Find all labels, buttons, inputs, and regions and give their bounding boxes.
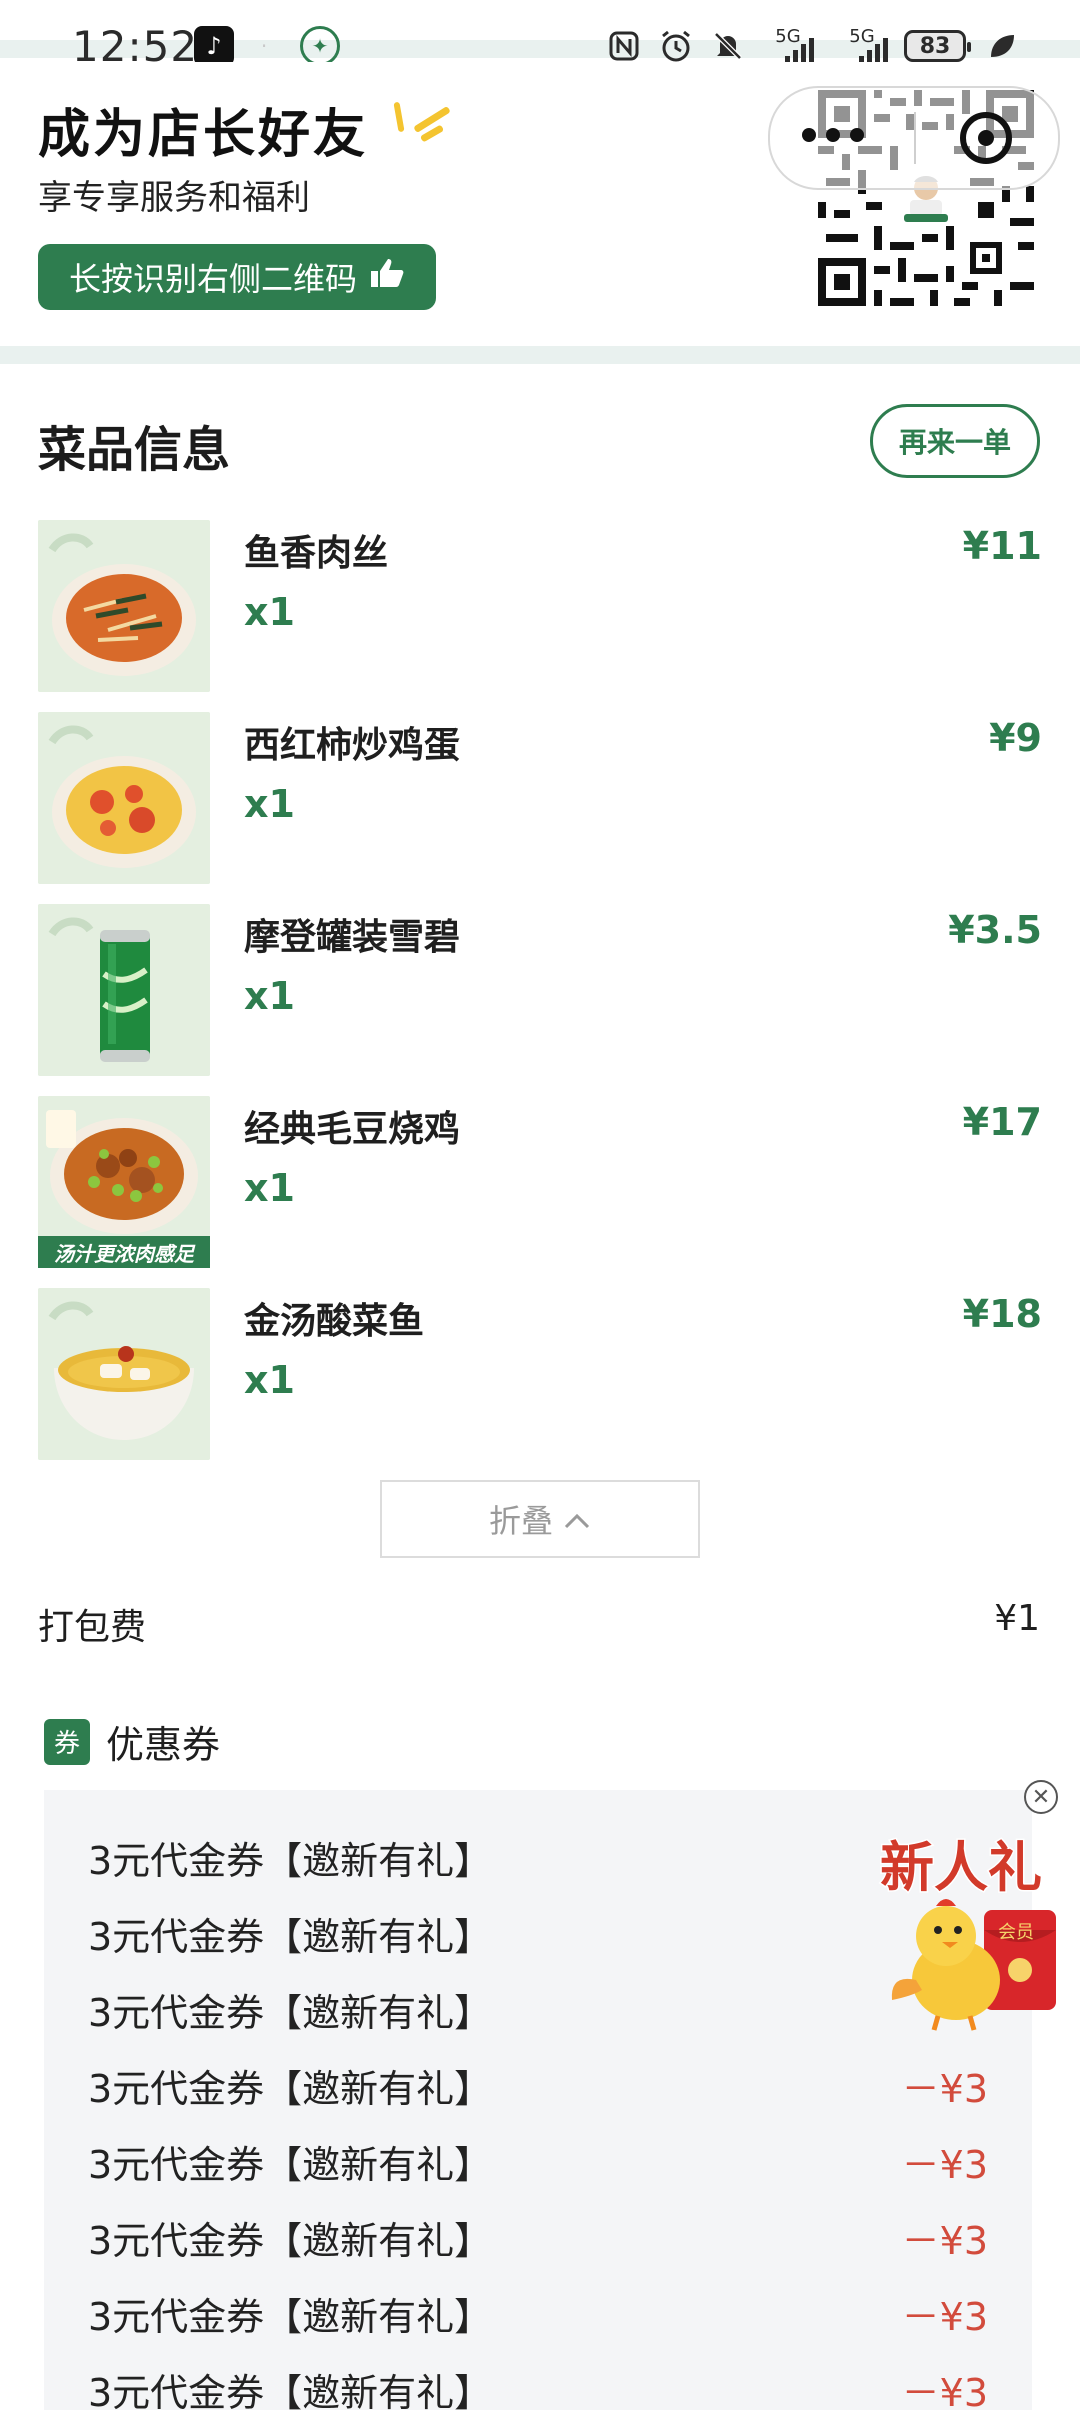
tiktok-icon: ♪ — [194, 26, 234, 66]
close-icon[interactable]: ✕ — [1024, 1780, 1058, 1814]
coupon-amount: －¥3 — [901, 2219, 988, 2263]
dish-price: ¥17 — [962, 1100, 1042, 1144]
dish-item[interactable]: 汤汁更浓肉感足 经典毛豆烧鸡 x1 ¥17 — [38, 1096, 1042, 1268]
envelope-text: 会员 — [998, 1922, 1034, 1943]
dish-price: ¥9 — [989, 716, 1042, 760]
dish-quantity: x1 — [244, 782, 295, 826]
coupon-row: 3元代金券【邀新有礼】 — [88, 1976, 988, 2038]
dish-image — [38, 712, 210, 884]
coupon-row: 3元代金券【邀新有礼】 — [88, 1824, 988, 1886]
battery-icon: 83 — [904, 30, 971, 62]
coupon-name: 3元代金券【邀新有礼】 — [88, 2371, 493, 2415]
more-options-icon[interactable] — [802, 128, 864, 142]
coupon-icon: 券 — [44, 1718, 90, 1765]
coupon-row: 3元代金券【邀新有礼】 －¥3 — [88, 2204, 988, 2266]
dish-item[interactable]: 西红柿炒鸡蛋 x1 ¥9 — [38, 712, 1042, 884]
coupon-row: 3元代金券【邀新有礼】 －¥3 — [88, 2052, 988, 2114]
coupon-amount: －¥3 — [901, 2371, 988, 2415]
coupon-name: 3元代金券【邀新有礼】 — [88, 1991, 493, 2035]
bell-off-icon — [708, 26, 748, 66]
coupon-row: 3元代金券【邀新有礼】 －¥3 — [88, 2280, 988, 2342]
section-divider — [0, 346, 1080, 364]
coupon-row: 3元代金券【邀新有礼】 －¥3 — [88, 2128, 988, 2190]
signal-bars — [859, 38, 888, 64]
coupon-row: 3元代金券【邀新有礼】 －¥3 — [88, 2356, 988, 2418]
battery-level: 83 — [919, 33, 951, 59]
section-title: 菜品信息 — [38, 422, 231, 478]
coupon-name: 3元代金券【邀新有礼】 — [88, 2143, 493, 2187]
store-friend-banner: 成为店长好友 享专享服务和福利 长按识别右侧二维码 — [0, 62, 1080, 346]
reorder-button[interactable]: 再来一单 — [870, 404, 1040, 478]
coupon-name: 3元代金券【邀新有礼】 — [88, 2067, 493, 2111]
coupon-amount: －¥3 — [901, 2295, 988, 2339]
dots-icon: · — [260, 34, 268, 58]
network-5g-icon: 5G — [832, 26, 892, 66]
dish-item[interactable]: 鱼香肉丝 x1 ¥11 — [38, 520, 1042, 692]
dish-image — [38, 904, 210, 1076]
alarm-icon — [656, 26, 696, 66]
sparkle-icon — [392, 96, 462, 146]
dish-name: 鱼香肉丝 — [244, 533, 389, 574]
dish-promo-badge: 汤汁更浓肉感足 — [38, 1236, 210, 1268]
banner-subtitle: 享专享服务和福利 — [38, 178, 310, 218]
dish-price: ¥3.5 — [948, 908, 1042, 952]
dish-quantity: x1 — [244, 590, 295, 634]
coupon-header: 券 优惠券 — [44, 1714, 220, 1769]
close-target-icon[interactable] — [960, 112, 1012, 164]
leaf-app-icon: ✦ — [300, 26, 340, 66]
coupon-name: 3元代金券【邀新有礼】 — [88, 1915, 493, 1959]
mini-program-capsule[interactable] — [768, 86, 1060, 190]
packing-fee-label: 打包费 — [38, 1607, 147, 1648]
packing-fee-value: ¥1 — [994, 1598, 1040, 1639]
dish-image — [38, 520, 210, 692]
dish-image — [38, 1288, 210, 1460]
dish-item[interactable]: 金汤酸菜鱼 x1 ¥18 — [38, 1288, 1042, 1460]
coupon-amount: －¥3 — [901, 2143, 988, 2187]
signal-bars — [785, 38, 814, 64]
dish-name: 摩登罐装雪碧 — [244, 917, 461, 958]
coupon-name: 3元代金券【邀新有礼】 — [88, 2295, 493, 2339]
new-user-gift-popup[interactable]: 新人礼 会员 — [876, 1830, 1076, 2040]
dish-name: 金汤酸菜鱼 — [244, 1301, 425, 1342]
eco-leaf-icon — [984, 26, 1020, 66]
dish-item[interactable]: 摩登罐装雪碧 x1 ¥3.5 — [38, 904, 1042, 1076]
coupon-title: 优惠券 — [106, 1723, 221, 1767]
scan-qr-button[interactable]: 长按识别右侧二维码 — [38, 244, 436, 310]
dish-price: ¥18 — [962, 1292, 1042, 1336]
gift-title: 新人礼 — [880, 1836, 1042, 1899]
banner-title: 成为店长好友 — [38, 105, 369, 165]
dish-name: 西红柿炒鸡蛋 — [244, 725, 461, 766]
dish-quantity: x1 — [244, 974, 295, 1018]
dish-price: ¥11 — [962, 524, 1042, 568]
coupon-name: 3元代金券【邀新有礼】 — [88, 2219, 493, 2263]
network-5g-icon: 5G — [758, 26, 818, 66]
chevron-up-icon — [563, 1500, 591, 1538]
thumbs-up-icon — [369, 257, 405, 297]
nfc-icon — [606, 26, 642, 66]
dish-quantity: x1 — [244, 1166, 295, 1210]
scan-qr-label: 长按识别右侧二维码 — [68, 260, 357, 298]
capsule-divider — [914, 112, 916, 164]
coupon-row: 3元代金券【邀新有礼】 — [88, 1900, 988, 1962]
dish-name: 经典毛豆烧鸡 — [244, 1109, 461, 1150]
coupon-name: 3元代金券【邀新有礼】 — [88, 1839, 493, 1883]
collapse-label: 折叠 — [488, 1502, 553, 1540]
dish-quantity: x1 — [244, 1358, 295, 1402]
coupon-amount: －¥3 — [901, 2067, 988, 2111]
collapse-button[interactable]: 折叠 — [380, 1480, 700, 1558]
